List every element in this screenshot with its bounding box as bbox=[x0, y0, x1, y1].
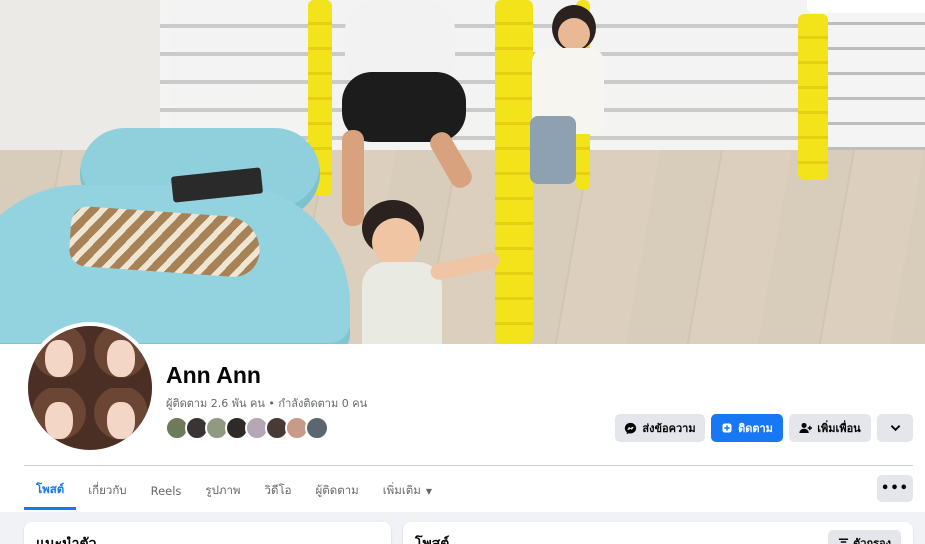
tab-label: วิดีโอ bbox=[264, 483, 292, 497]
follower-avatar[interactable] bbox=[305, 416, 329, 440]
follow-icon bbox=[721, 422, 733, 434]
tabs-more-options-button[interactable]: ••• bbox=[877, 475, 913, 502]
profile-tabs: โพสต์ เกี่ยวกับ Reels รูปภาพ วิดีโอ ผู้ต… bbox=[24, 472, 444, 512]
tab-photos[interactable]: รูปภาพ bbox=[193, 472, 252, 510]
profile-avatar[interactable] bbox=[24, 322, 156, 454]
messenger-icon bbox=[624, 422, 637, 435]
message-button-label: ส่งข้อความ bbox=[642, 422, 696, 435]
filter-button[interactable]: ตัวกรอง bbox=[828, 530, 901, 544]
cover-child-leg bbox=[342, 130, 364, 226]
tab-label: Reels bbox=[150, 484, 182, 498]
stats-separator: • bbox=[264, 397, 279, 410]
add-friend-button-label: เพิ่มเพื่อน bbox=[817, 422, 861, 435]
cover-pole bbox=[495, 0, 533, 344]
cover-child-face bbox=[558, 18, 590, 50]
posts-card-title: โพสต์ bbox=[415, 536, 450, 544]
tab-label: เพิ่มเติม bbox=[382, 483, 421, 497]
tab-videos[interactable]: วิดีโอ bbox=[253, 472, 304, 510]
cover-pole bbox=[798, 14, 828, 180]
caret-down-icon: ▼ bbox=[425, 486, 432, 496]
intro-card: แนะนำตัว bbox=[24, 522, 391, 544]
followers-link[interactable]: ผู้ติดตาม 2.6 พัน คน bbox=[166, 397, 265, 410]
tab-label: โพสต์ bbox=[36, 481, 65, 496]
posts-card: โพสต์ ตัวกรอง bbox=[403, 522, 913, 544]
chevron-down-icon bbox=[890, 424, 901, 432]
cover-child bbox=[362, 262, 442, 344]
tab-posts[interactable]: โพสต์ bbox=[24, 472, 77, 510]
tab-label: ผู้ติดตาม bbox=[315, 483, 359, 497]
follower-avatars[interactable] bbox=[165, 416, 329, 442]
message-button[interactable]: ส่งข้อความ bbox=[615, 414, 705, 442]
tab-label: เกี่ยวกับ bbox=[88, 483, 127, 497]
profile-name: Ann Ann bbox=[166, 362, 261, 388]
intro-card-title: แนะนำตัว bbox=[36, 536, 97, 544]
avatar-tile bbox=[90, 326, 152, 388]
following-link[interactable]: กำลังติดตาม 0 คน bbox=[278, 397, 367, 410]
tab-more[interactable]: เพิ่มเติม ▼ bbox=[371, 472, 444, 510]
ellipsis-icon: ••• bbox=[881, 481, 909, 496]
avatar-tile bbox=[90, 388, 152, 450]
filter-icon bbox=[838, 537, 849, 544]
tab-label: รูปภาพ bbox=[205, 483, 241, 497]
filter-button-label: ตัวกรอง bbox=[853, 537, 891, 544]
cover-photo[interactable] bbox=[0, 0, 925, 344]
add-friend-icon bbox=[799, 422, 813, 434]
cover-child-shorts bbox=[530, 116, 576, 184]
avatar-tile bbox=[28, 388, 90, 450]
cover-child-face bbox=[372, 218, 420, 266]
more-actions-dropdown[interactable] bbox=[877, 414, 913, 442]
header-divider bbox=[24, 465, 913, 466]
follow-button-label: ติดตาม bbox=[738, 422, 773, 435]
tab-followers[interactable]: ผู้ติดตาม bbox=[304, 472, 371, 510]
follow-button[interactable]: ติดตาม bbox=[711, 414, 783, 442]
cover-top-edge bbox=[807, 0, 925, 13]
tab-about[interactable]: เกี่ยวกับ bbox=[76, 472, 138, 510]
add-friend-button[interactable]: เพิ่มเพื่อน bbox=[789, 414, 871, 442]
tab-reels[interactable]: Reels bbox=[139, 472, 194, 510]
profile-stats: ผู้ติดตาม 2.6 พัน คน • กำลังติดตาม 0 คน bbox=[166, 394, 367, 412]
avatar-tile bbox=[28, 326, 90, 388]
